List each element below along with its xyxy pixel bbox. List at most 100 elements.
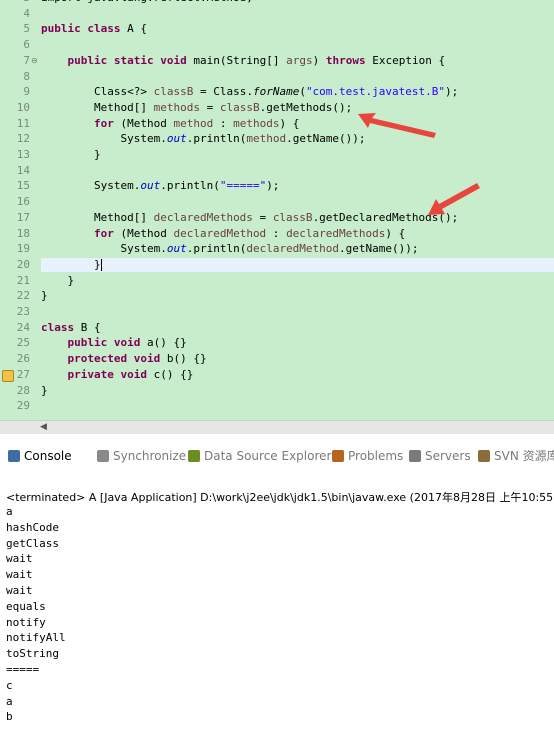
code-token: declaredMethods [286, 226, 386, 240]
warning-icon[interactable] [2, 369, 14, 382]
console-output-line: notify [6, 615, 46, 629]
code-line[interactable]: import java.lang.reflect.Method; [41, 0, 554, 5]
code-token: classB [219, 100, 260, 114]
code-line[interactable]: public class A { [41, 22, 554, 36]
line-number: 3 [0, 0, 30, 5]
line-number: 20 [16, 257, 30, 271]
tab-data-source-explorer[interactable]: Data Source Explorer [188, 447, 331, 465]
code-line[interactable]: } [41, 148, 554, 162]
code-line[interactable]: public static void main(String[] args) t… [41, 54, 554, 68]
line-number: 7 [23, 53, 30, 67]
code-line[interactable]: } [41, 384, 554, 398]
code-line[interactable]: private void c() {} [41, 368, 554, 382]
code-token: void [120, 367, 147, 381]
code-token: public [41, 22, 81, 36]
line-number: 28 [16, 383, 30, 397]
code-line[interactable]: for (Method declaredMethod : declaredMet… [41, 227, 554, 241]
code-token: System. [41, 179, 141, 193]
code-token: c() {} [146, 367, 194, 381]
code-line[interactable] [41, 38, 554, 52]
tab-label: Data Source Explorer [204, 449, 332, 463]
code-token: } [41, 273, 75, 287]
code-token: (Method [113, 226, 174, 240]
line-number: 8 [23, 69, 30, 83]
code-token: ) [312, 53, 326, 67]
code-token: (Method [113, 116, 174, 130]
console-output-line: hashCode [6, 520, 59, 534]
code-token: public [67, 336, 108, 350]
code-line[interactable]: class B { [41, 321, 554, 335]
code-token: B { [74, 320, 101, 334]
code-token: = [252, 210, 273, 224]
code-token: = Class. [193, 85, 253, 99]
code-token: for [93, 226, 114, 240]
code-token: Class<?> [41, 85, 154, 99]
console-icon [8, 450, 20, 462]
code-token: A { [120, 22, 147, 36]
code-token: "=====" [219, 179, 267, 193]
code-token: .println( [186, 132, 247, 146]
code-token: } [41, 148, 101, 161]
tab-problems[interactable]: Problems [332, 447, 403, 465]
line-number: 15 [16, 179, 30, 193]
code-token: main(String[] [186, 53, 287, 67]
code-line[interactable]: for (Method method : methods) { [41, 117, 554, 131]
code-line[interactable]: System.out.println("====="); [41, 179, 554, 193]
line-number: 17 [16, 210, 30, 224]
line-number: 26 [16, 352, 30, 366]
code-token: "com.test.javatest.B" [305, 85, 446, 99]
code-line[interactable]: protected void b() {} [41, 352, 554, 366]
code-line[interactable] [41, 7, 554, 21]
tab-console[interactable]: Console [8, 447, 72, 465]
tab-label: Console [24, 449, 72, 463]
code-line[interactable]: System.out.println(declaredMethod.getNam… [41, 242, 554, 256]
line-number: 4 [23, 6, 30, 20]
console-view[interactable]: <terminated> A [Java Application] D:\wor… [0, 472, 554, 735]
data-source-explorer-icon [188, 450, 200, 462]
code-token: void [133, 352, 161, 366]
code-token: Method[] [41, 210, 154, 224]
tab-servers[interactable]: Servers [409, 447, 471, 465]
code-token: .println( [186, 242, 247, 256]
horizontal-scrollbar[interactable]: ◀ [0, 420, 554, 434]
code-token: ) { [385, 226, 406, 240]
code-line[interactable] [41, 399, 554, 413]
scroll-left-icon[interactable]: ◀ [40, 422, 47, 432]
fold-toggle-icon[interactable]: ⊖ [31, 56, 39, 65]
code-line[interactable] [41, 305, 554, 319]
code-token: method [173, 116, 214, 130]
code-line[interactable]: System.out.println(method.getName()); [41, 132, 554, 146]
code-area[interactable]: import java.lang.reflect.Method; public c… [41, 0, 554, 420]
code-token: ); [266, 179, 280, 193]
code-line[interactable] [41, 195, 554, 209]
code-token: .getName()); [286, 132, 366, 146]
code-token: : [213, 116, 234, 130]
code-token: forName [252, 85, 300, 99]
code-token: throws [325, 53, 366, 67]
code-line[interactable] [41, 164, 554, 178]
console-output-line: b [6, 710, 13, 724]
code-line[interactable] [41, 70, 554, 84]
code-line[interactable]: } [41, 289, 554, 303]
console-output-line: ===== [6, 663, 40, 676]
code-line[interactable]: Method[] methods = classB.getMethods(); [41, 101, 554, 115]
code-token: methods [153, 100, 200, 114]
code-line[interactable]: Method[] declaredMethods = classB.getDec… [41, 211, 554, 225]
tab-svn[interactable]: SVN 资源库 [478, 447, 554, 465]
tab-synchronize[interactable]: Synchronize [97, 447, 186, 465]
console-output-line: wait [6, 584, 33, 597]
code-token: .println( [160, 179, 220, 193]
tab-label: SVN 资源库 [494, 449, 554, 463]
code-line[interactable]: public void a() {} [41, 336, 554, 350]
code-line[interactable]: Class<?> classB = Class.forName("com.tes… [41, 85, 554, 99]
code-line[interactable]: } [41, 257, 554, 272]
code-editor[interactable]: 34 5 67⊖8 910 11 12 13 14 15 1617 18 1920 21 22 23 24 25… [0, 0, 554, 434]
code-line[interactable]: } [41, 274, 554, 288]
code-token: : [266, 226, 287, 240]
tab-label: Servers [425, 449, 471, 463]
tab-label: Synchronize [113, 449, 187, 463]
